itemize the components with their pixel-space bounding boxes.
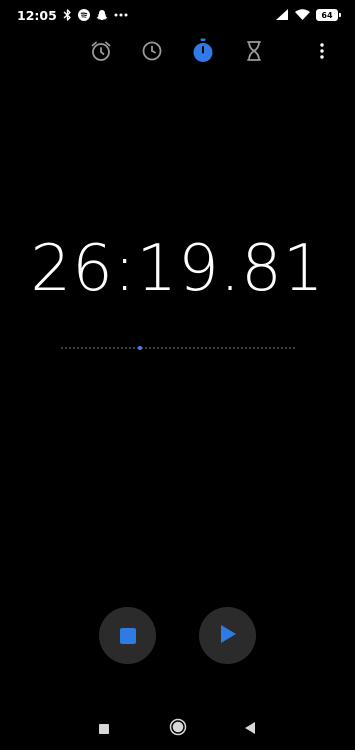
progress-track <box>60 347 296 349</box>
more-vert-icon <box>320 43 324 63</box>
tab-bar <box>0 38 355 68</box>
recent-apps-icon <box>98 720 110 739</box>
tab-stopwatch[interactable] <box>190 38 216 68</box>
play-button[interactable] <box>199 607 256 664</box>
system-nav-bar <box>0 714 355 744</box>
back-icon <box>244 720 256 739</box>
elapsed-time: 26:19.81 <box>30 232 325 306</box>
status-bar-right: 64 <box>276 8 341 23</box>
recent-apps-button[interactable] <box>96 714 112 744</box>
battery-icon: 64 <box>316 9 341 21</box>
home-button[interactable] <box>168 714 188 744</box>
stopwatch-screen: 12:05 64 26:19.81 <box>0 0 355 750</box>
signal-icon <box>276 8 289 23</box>
snapchat-icon <box>96 9 108 21</box>
stop-icon <box>119 627 136 644</box>
spotify-icon <box>77 9 90 21</box>
tab-timer[interactable] <box>241 38 267 68</box>
tab-alarm[interactable] <box>88 38 114 68</box>
play-icon <box>219 624 237 648</box>
back-button[interactable] <box>242 714 258 744</box>
tab-clock[interactable] <box>139 38 165 68</box>
status-time: 12:05 <box>17 7 57 23</box>
stop-button[interactable] <box>99 607 156 664</box>
bluetooth-icon <box>63 9 72 21</box>
more-options-button[interactable] <box>312 38 332 68</box>
alarm-icon <box>89 39 113 67</box>
status-bar: 12:05 64 <box>0 0 355 30</box>
wifi-icon <box>295 8 310 23</box>
home-icon <box>169 718 187 740</box>
progress-indicator <box>138 346 143 350</box>
more-notifications-icon <box>114 13 128 17</box>
status-bar-left: 12:05 <box>17 8 128 23</box>
battery-level: 64 <box>321 10 333 20</box>
clock-icon <box>140 39 164 67</box>
stopwatch-icon <box>191 38 215 68</box>
lap-progress <box>60 345 296 351</box>
hourglass-icon <box>243 39 265 67</box>
